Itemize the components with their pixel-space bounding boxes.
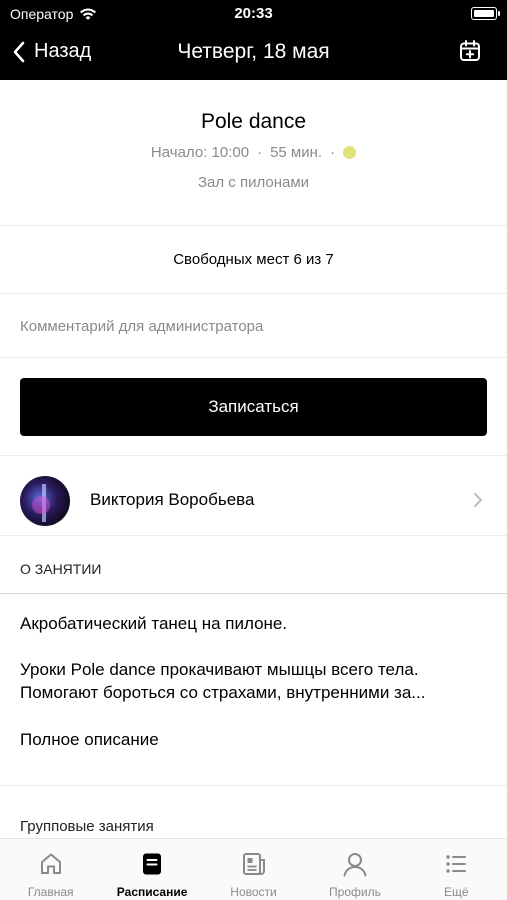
battery-icon xyxy=(471,7,500,20)
full-description-link[interactable]: Полное описание xyxy=(20,730,159,750)
navigation-bar: Назад Четверг, 18 мая xyxy=(0,28,507,80)
calendar-add-icon xyxy=(460,40,480,61)
about-heading: О ЗАНЯТИИ xyxy=(20,561,102,577)
meta-separator: · xyxy=(330,144,336,161)
news-icon xyxy=(242,853,265,875)
tab-label: Новости xyxy=(230,885,277,899)
meta-separator: · xyxy=(257,144,263,161)
about-summary: Акробатический танец на пилоне. xyxy=(20,614,288,633)
class-color-dot xyxy=(343,146,357,159)
tab-profile[interactable]: Профиль xyxy=(304,839,405,900)
tab-label: Профиль xyxy=(329,885,381,899)
tab-bar: Главная Расписание Новости Профиль Ещё xyxy=(0,838,507,900)
schedule-icon xyxy=(143,853,162,875)
trainer-avatar xyxy=(20,476,70,526)
free-seats: Свободных мест 6 из 7 xyxy=(0,226,507,294)
trainer-name: Виктория Воробьева xyxy=(90,490,255,509)
profile-icon xyxy=(343,853,367,877)
tab-label: Главная xyxy=(27,885,74,899)
class-meta: Начало: 10:00 · 55 мин. · xyxy=(0,144,507,161)
signup-section: Записаться xyxy=(0,358,507,456)
status-time: 20:33 xyxy=(234,5,273,22)
trainer-row[interactable]: Виктория Воробьева xyxy=(0,456,507,536)
tab-more[interactable]: Ещё xyxy=(406,839,507,900)
status-bar: Оператор 20:33 xyxy=(0,0,507,28)
tab-label: Ещё xyxy=(444,885,469,899)
class-duration: 55 мин. xyxy=(270,144,323,161)
tab-home[interactable]: Главная xyxy=(0,839,101,900)
class-header: Pole dance Начало: 10:00 · 55 мин. · Зал… xyxy=(0,80,507,226)
comment-row xyxy=(0,294,507,358)
group-classes-label: Групповые занятия xyxy=(20,818,154,835)
chevron-right-icon xyxy=(474,493,482,507)
page-title: Четверг, 18 мая xyxy=(177,40,330,63)
more-icon xyxy=(446,855,467,873)
about-section-header: О ЗАНЯТИИ xyxy=(0,536,507,594)
admin-comment-input[interactable] xyxy=(20,312,480,340)
tab-label: Расписание xyxy=(116,885,188,899)
add-to-calendar-button[interactable] xyxy=(459,40,481,67)
about-description: Уроки Pole dance прокачивают мышцы всего… xyxy=(20,660,426,702)
class-start-time: Начало: 10:00 xyxy=(150,144,250,161)
class-name: Pole dance xyxy=(200,110,307,133)
tab-schedule[interactable]: Расписание xyxy=(101,839,202,900)
home-icon xyxy=(40,853,61,874)
tab-news[interactable]: Новости xyxy=(203,839,304,900)
about-section: Акробатический танец на пилоне. Уроки Po… xyxy=(0,594,507,786)
signup-button[interactable]: Записаться xyxy=(20,378,487,436)
class-room: Зал с пилонами xyxy=(197,174,310,191)
